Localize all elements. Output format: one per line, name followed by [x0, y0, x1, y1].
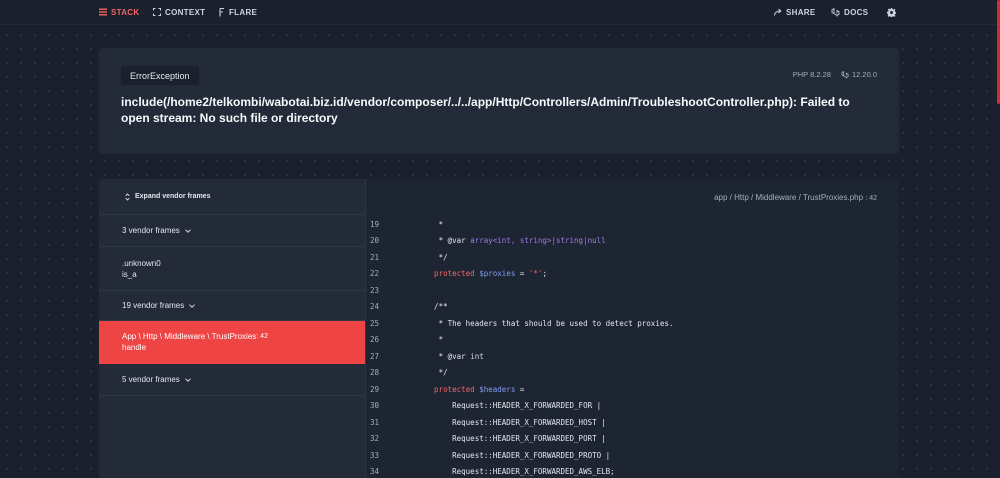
line-number: 29	[370, 384, 380, 394]
code-lines: 19 * 20 * @var array<int, string>|string…	[365, 216, 899, 478]
error-message: include(/home2/telkombi/wabotai.biz.id/v…	[121, 95, 850, 125]
nav-stack-label: STACK	[111, 7, 140, 17]
stack-panel: Expand vendor frames 3 vendor frames .un…	[99, 179, 899, 478]
line-number: 33	[370, 450, 380, 460]
gear-icon	[887, 7, 896, 17]
code-line: 28 */	[365, 365, 899, 382]
line-number: 30	[370, 401, 380, 411]
line-number: 24	[370, 302, 380, 312]
line-number: 31	[370, 417, 380, 427]
nav-stack[interactable]: STACK	[99, 0, 139, 24]
frame-label: 5 vendor frames	[122, 375, 180, 384]
chevron-down-icon	[184, 228, 191, 233]
line-number: 21	[370, 252, 380, 262]
chevron-down-icon	[189, 303, 196, 308]
line-number: 26	[370, 335, 380, 345]
frame-row[interactable]: 19 vendor frames	[99, 291, 365, 321]
code-line: 25 * The headers that should be used to …	[365, 315, 899, 332]
exception-badge: ErrorException	[121, 66, 199, 85]
laravel-version: 12.20.0	[851, 70, 877, 79]
nav-flare-label: FLARE	[229, 7, 258, 17]
chevron-down-icon	[184, 377, 191, 382]
code-line: 23	[365, 282, 899, 299]
laravel-version-wrap: 12.20.0	[841, 70, 877, 79]
file-path-label: app / Http / Middleware / TrustProxies.p…	[714, 193, 864, 202]
top-nav: STACK CONTEXT FLARE SHARE DOCS	[0, 0, 1000, 25]
code-line: 26 *	[365, 332, 899, 349]
frame-row[interactable]: 3 vendor frames	[99, 215, 365, 247]
code-line: 24 /**	[365, 299, 899, 316]
line-number: 32	[370, 434, 380, 444]
nav-share[interactable]: SHARE	[774, 0, 816, 24]
frame-method: is_a	[122, 269, 137, 279]
laravel-icon	[831, 7, 840, 17]
frame-label: App \ Http \ Middleware \ TrustProxies	[122, 332, 257, 341]
error-card: ErrorException PHP 8.2.28 12.20.0 includ…	[99, 48, 899, 154]
frame-method: handle	[122, 343, 147, 352]
line-number: 19	[370, 219, 380, 229]
nav-docs-label: DOCS	[844, 7, 869, 17]
code-line: 21 */	[365, 249, 899, 266]
stack-icon	[99, 8, 107, 16]
nav-context[interactable]: CONTEXT	[153, 0, 205, 24]
expand-corners-icon	[153, 8, 161, 16]
code-line: 32 Request::HEADER_X_FORWARDED_PORT |	[365, 431, 899, 448]
file-line-number: : 42	[865, 195, 877, 202]
line-number: 20	[370, 236, 380, 246]
line-number: 23	[370, 285, 380, 295]
frame-row[interactable]: 5 vendor frames	[99, 364, 365, 396]
expand-vendor-frames-button[interactable]: Expand vendor frames	[99, 179, 365, 215]
code-viewer: app / Http / Middleware / TrustProxies.p…	[365, 179, 899, 478]
version-info: PHP 8.2.28 12.20.0	[793, 70, 877, 79]
frames-list: Expand vendor frames 3 vendor frames .un…	[99, 179, 366, 478]
line-number: 22	[370, 269, 380, 279]
nav-flare[interactable]: FLARE	[219, 0, 257, 24]
code-line: 31 Request::HEADER_X_FORWARDED_HOST |	[365, 414, 899, 431]
frame-row[interactable]: .unknown0 is_a	[99, 247, 365, 291]
code-line: 34 Request::HEADER_X_FORWARDED_AWS_ELB;	[365, 464, 899, 478]
code-line: 20 * @var array<int, string>|string|null	[365, 233, 899, 250]
laravel-icon	[841, 70, 849, 79]
share-icon	[774, 8, 782, 16]
code-line: 27 * @var int	[365, 348, 899, 365]
chevron-up-down-icon	[125, 192, 130, 201]
code-line: 30 Request::HEADER_X_FORWARDED_FOR |	[365, 398, 899, 415]
settings-button[interactable]	[887, 0, 900, 24]
code-line: 29 protected $headers =	[365, 381, 899, 398]
line-number: 28	[370, 368, 380, 378]
nav-share-label: SHARE	[786, 7, 816, 17]
code-line: 19 *	[365, 216, 899, 233]
nav-context-label: CONTEXT	[165, 7, 206, 17]
line-number: 27	[370, 351, 380, 361]
code-line: 33 Request::HEADER_X_FORWARDED_PROTO |	[365, 447, 899, 464]
frame-label: 3 vendor frames	[122, 226, 180, 235]
frame-label: 19 vendor frames	[122, 301, 185, 310]
flare-icon	[219, 7, 225, 17]
line-number: 34	[370, 467, 380, 477]
file-path[interactable]: app / Http / Middleware / TrustProxies.p…	[714, 193, 877, 202]
php-version: PHP 8.2.28	[792, 70, 831, 79]
frame-row-selected[interactable]: App \ Http \ Middleware \ TrustProxies :…	[99, 321, 365, 364]
frame-label: .unknown0	[122, 258, 161, 268]
line-number: 25	[370, 318, 380, 328]
frame-line-number: : 42	[256, 333, 268, 340]
nav-docs[interactable]: DOCS	[831, 0, 868, 24]
expand-vendor-frames-label: Expand vendor frames	[135, 193, 211, 200]
code-line: 22 protected $proxies = '*';	[365, 266, 899, 283]
